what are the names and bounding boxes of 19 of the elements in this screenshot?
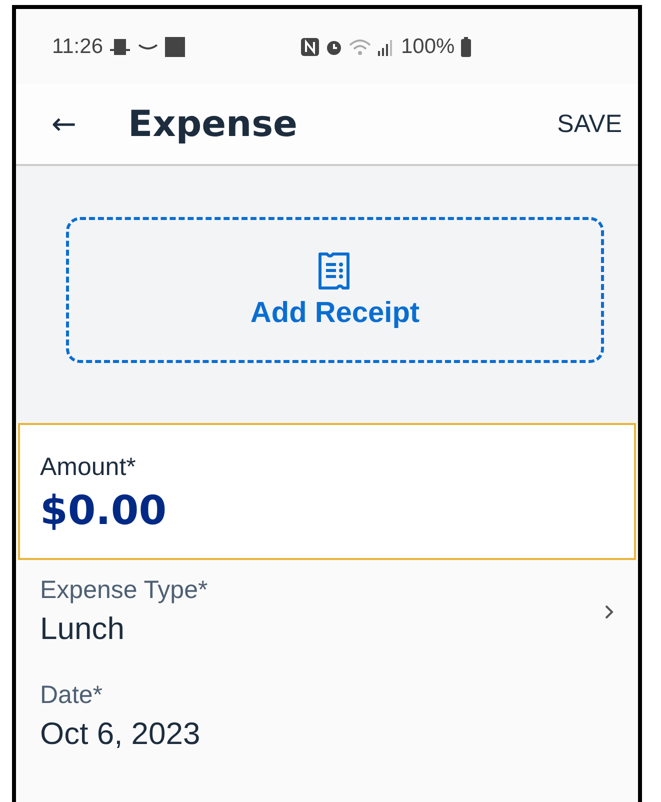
field-label: Date*	[40, 681, 104, 710]
page-title: Expense	[128, 104, 298, 144]
wifi-icon	[349, 38, 371, 56]
back-button[interactable]: ←	[44, 106, 84, 142]
clock-time: 11:26	[52, 34, 103, 58]
chevron-right-icon	[604, 604, 614, 620]
square-icon	[165, 36, 185, 56]
add-receipt-button[interactable]: Add Receipt	[66, 217, 604, 363]
signal-icon	[377, 38, 395, 56]
field-label: Expense Type*	[40, 576, 209, 605]
field-label: Amount*	[40, 453, 137, 482]
field-value: Oct 6, 2023	[40, 716, 202, 752]
field-value: Lunch	[40, 611, 126, 647]
battery-icon	[460, 36, 471, 56]
save-button[interactable]: SAVE	[553, 106, 626, 142]
field-value: $0.00	[40, 488, 168, 534]
form-field[interactable]: Amount* $0.00	[18, 423, 636, 560]
battery-percent: 100%	[401, 34, 455, 58]
nfc-icon	[301, 38, 319, 56]
